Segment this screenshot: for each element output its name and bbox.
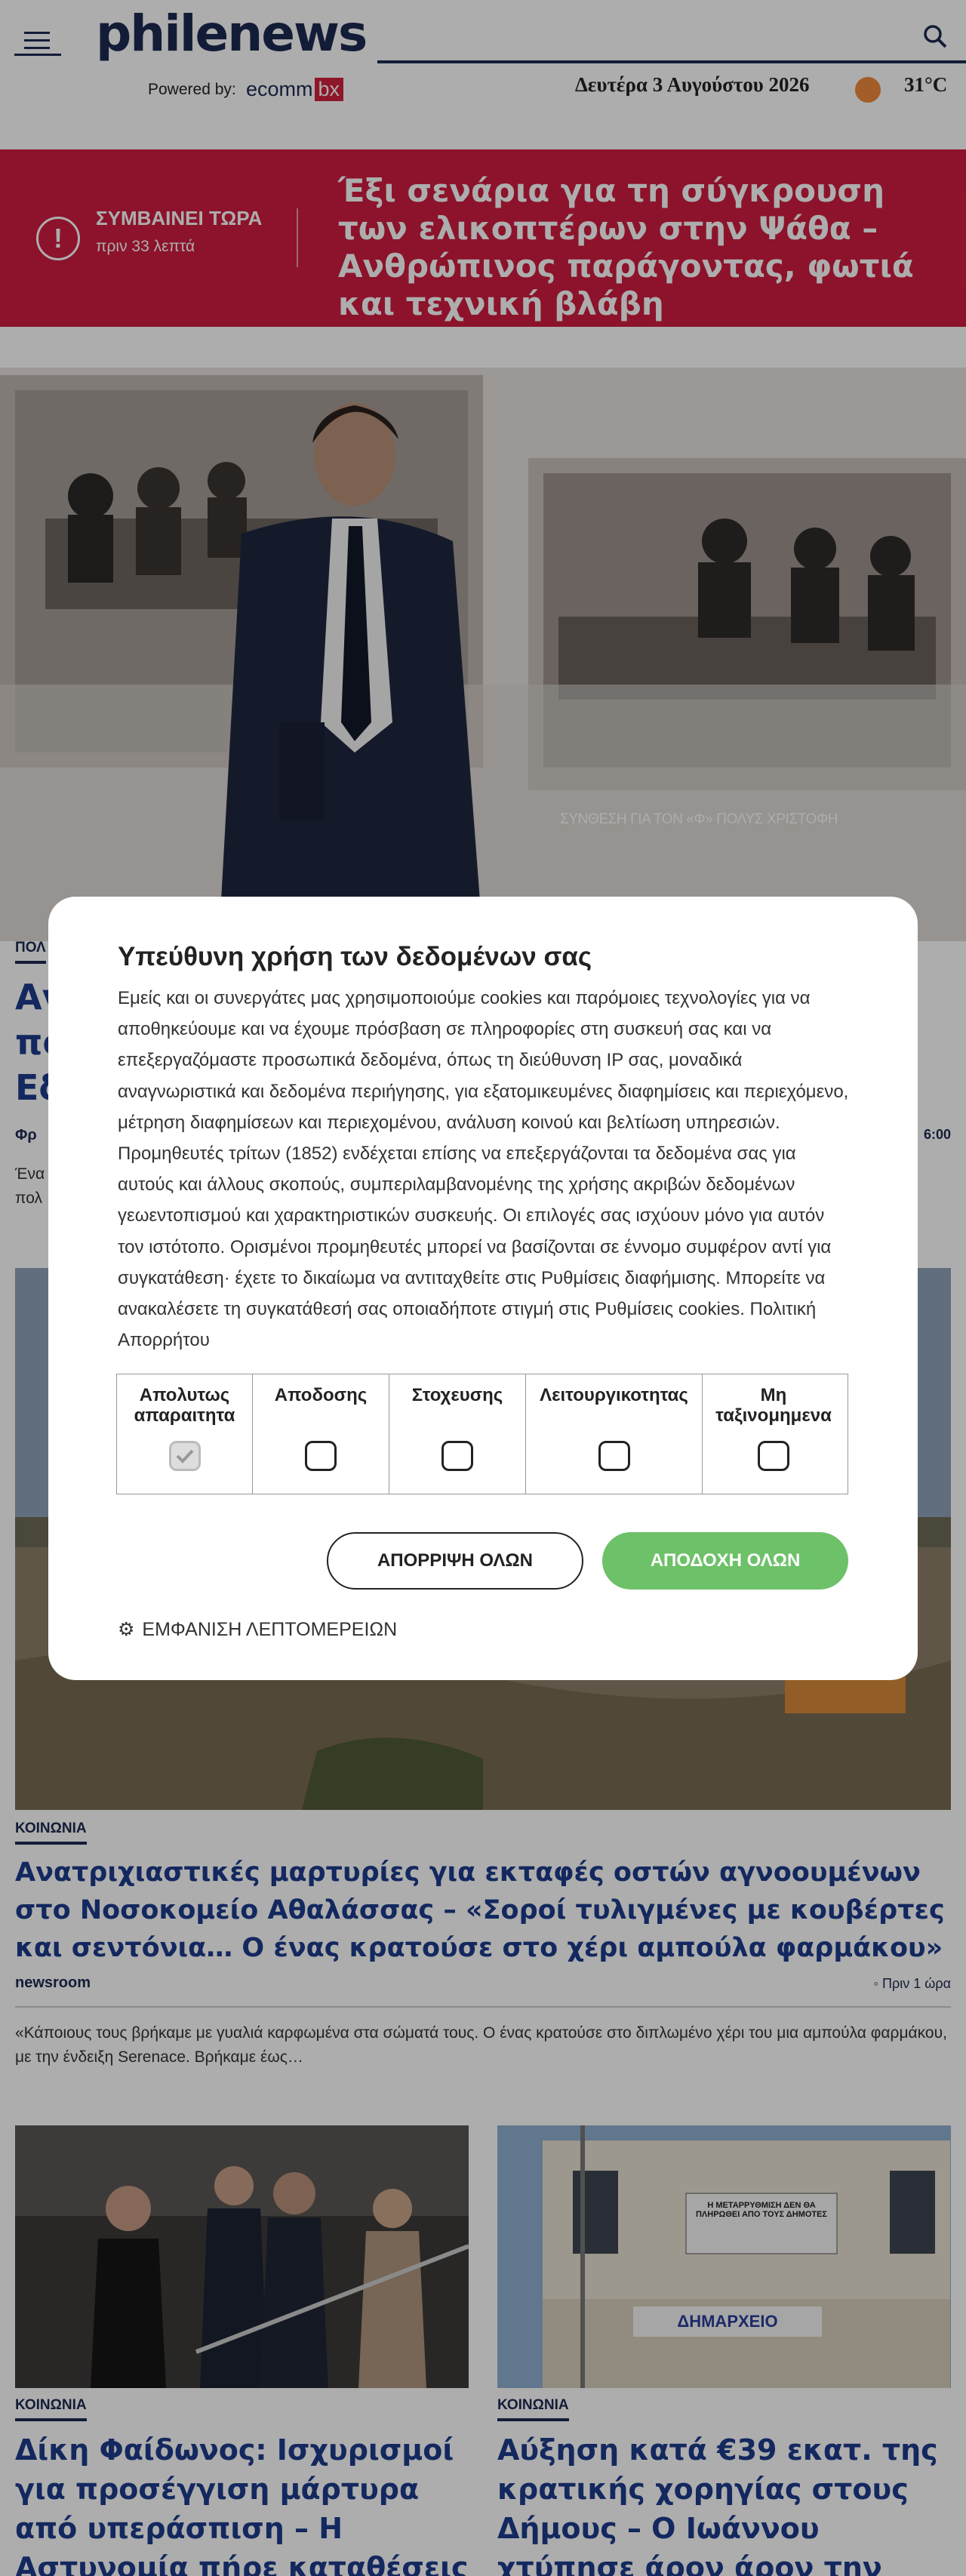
cookie-dialog-title: Υπεύθυνη χρήση των δεδομένων σας — [118, 942, 592, 971]
checkbox-necessary — [168, 1441, 201, 1471]
cookie-category-functionality: Λειτουργικοτητας — [526, 1374, 703, 1494]
cookie-category-performance: Αποδοσης — [253, 1374, 389, 1494]
accept-all-button[interactable]: ΑΠΟΔΟΧΗ ΟΛΩΝ — [602, 1532, 848, 1590]
cookie-category-unclassified: Μη ταξινομημενα — [703, 1374, 844, 1494]
checkbox-functionality[interactable] — [598, 1441, 630, 1471]
cookie-consent-dialog: Υπεύθυνη χρήση των δεδομένων σας Εμείς κ… — [48, 897, 918, 1680]
gear-icon: ⚙ — [118, 1619, 135, 1640]
reject-all-button[interactable]: ΑΠΟΡΡΙΨΗ ΟΛΩΝ — [327, 1532, 583, 1590]
checkbox-performance[interactable] — [305, 1441, 337, 1471]
cookie-categories: Απολυτως απαραιτητα Αποδοσης Στοχευσης Λ… — [116, 1374, 848, 1494]
cookie-category-targeting: Στοχευσης — [389, 1374, 526, 1494]
cookie-dialog-body: Εμείς και οι συνεργάτες μας χρησιμοποιού… — [118, 988, 849, 1351]
checkbox-targeting[interactable] — [441, 1441, 473, 1471]
show-details-button[interactable]: ⚙ ΕΜΦΑΝΙΣΗ ΛΕΠΤΟΜΕΡΕΙΩΝ — [118, 1618, 397, 1641]
cookie-category-necessary: Απολυτως απαραιτητα — [117, 1374, 253, 1494]
checkbox-unclassified[interactable] — [758, 1441, 789, 1471]
